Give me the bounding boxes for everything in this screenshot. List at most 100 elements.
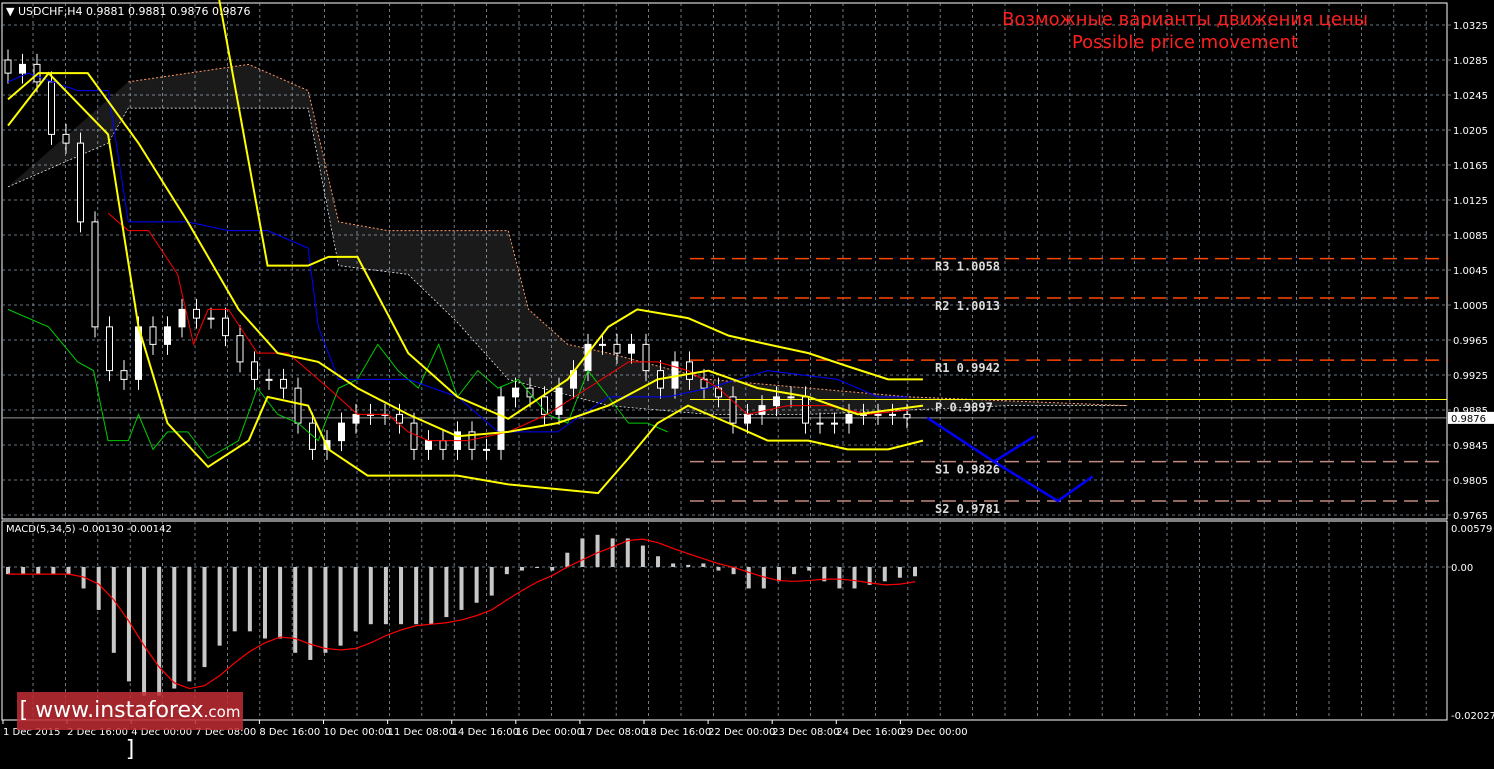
pivot-label-s2: S2 0.9781 [935, 502, 1000, 516]
macd-histogram-bar [111, 567, 116, 653]
time-tick-label: 16 Dec 00:00 [516, 727, 583, 738]
candle-bullish [831, 422, 838, 425]
macd-histogram-bar [51, 567, 56, 575]
macd-histogram-bar [519, 567, 524, 571]
macd-histogram-bar [323, 567, 328, 653]
macd-histogram-bar [565, 552, 570, 567]
macd-histogram-bar [580, 538, 585, 567]
price-tick-label: 1.0165 [1453, 161, 1488, 172]
candle-bearish [120, 370, 128, 380]
logo-bracket-close: ] [125, 737, 135, 762]
time-tick-label: 10 Dec 00:00 [324, 727, 391, 738]
macd-histogram-bar [383, 567, 388, 625]
candle-bearish [236, 335, 244, 363]
candle-bearish [541, 396, 548, 415]
macd-histogram-bar [716, 567, 721, 571]
macd-histogram-bar [504, 567, 509, 575]
macd-histogram-bar [701, 563, 706, 567]
price-tick-label: 1.0125 [1453, 196, 1488, 207]
title-russian: Возможные варианты движения цены [1002, 9, 1368, 30]
price-tick-label: 0.9965 [1453, 336, 1488, 347]
candle-bearish [280, 378, 287, 389]
dropdown-triangle-icon[interactable]: ▼ [6, 5, 14, 18]
candle-bullish [164, 326, 171, 345]
macd-histogram-bar [247, 567, 252, 632]
candle-bullish [816, 422, 824, 425]
macd-histogram-bar [232, 567, 237, 632]
candle-bearish [222, 317, 229, 337]
macd-histogram-bar [414, 567, 419, 625]
macd-histogram-bar [429, 567, 434, 625]
macd-histogram-bar [671, 563, 676, 567]
time-tick-label: 29 Dec 00:00 [900, 727, 967, 738]
candle-bullish [338, 422, 345, 442]
time-tick-label: 11 Dec 08:00 [388, 727, 455, 738]
price-tick-label: 1.0045 [1453, 266, 1488, 277]
candle-bearish [903, 413, 911, 419]
candle-bullish [758, 405, 766, 415]
price-projection-path [993, 460, 1094, 503]
macd-tick-label: -0.02027 [1451, 711, 1494, 722]
macd-histogram-bar [293, 567, 298, 653]
macd-histogram-bar [610, 538, 615, 567]
macd-histogram-bar [6, 567, 10, 575]
pivot-label-r2: R2 1.0013 [935, 299, 1000, 313]
pivot-label-p: P 0.9897 [935, 401, 993, 415]
chart-header: ▼ USDCHF,H4 0.9881 0.9881 0.9876 0.9876 [6, 5, 250, 18]
candle-bullish [599, 343, 606, 346]
macd-tick-label: 0.00579 [1451, 524, 1492, 535]
price-chart[interactable]: 1.0325 1.0285 1.0245 1.0205 1.0165 1.0125 1.00… [0, 0, 1494, 743]
time-tick-label: 24 Dec 16:00 [836, 727, 903, 738]
macd-histogram-bar [640, 545, 645, 567]
pivot-label-s1: S1 0.9826 [935, 463, 1000, 477]
candle-bullish [483, 448, 490, 451]
candle-bullish [512, 387, 519, 398]
price-projection-path [926, 416, 1036, 464]
macd-histogram-bar [776, 567, 781, 582]
candle-bullish [207, 317, 215, 320]
candle-bearish [48, 81, 55, 135]
title-english: Possible price movement [1071, 32, 1299, 53]
macd-histogram-bar [36, 567, 41, 575]
instaforex-logo[interactable]: [ www.instaforex.com ] [17, 692, 243, 762]
candle-bearish [439, 440, 447, 450]
macd-histogram-bar [444, 567, 449, 618]
time-tick-label: 8 Dec 16:00 [259, 727, 320, 738]
macd-label: MACD(5,34,5) -0.00130 -0.00142 [6, 524, 172, 535]
candle-bearish [91, 221, 99, 328]
candle-bullish [744, 413, 751, 424]
logo-text: www.instaforex [35, 698, 204, 723]
price-tick-label: 1.0205 [1453, 126, 1488, 137]
candle-bullish [555, 387, 563, 415]
candle-bullish [425, 440, 432, 450]
macd-values: -0.00130 -0.00142 [78, 524, 172, 535]
macd-histogram-bar [399, 567, 404, 625]
price-tick-label: 0.9845 [1453, 441, 1488, 452]
macd-histogram-bar [459, 567, 464, 610]
macd-histogram-bar [187, 567, 192, 682]
time-tick-label: 14 Dec 16:00 [452, 727, 519, 738]
time-tick-label: 17 Dec 08:00 [580, 727, 647, 738]
price-tick-label: 1.0005 [1453, 301, 1488, 312]
candle-bearish [106, 326, 113, 372]
current-price-label: 0.9876 [1451, 414, 1486, 425]
time-tick-label: 22 Dec 00:00 [708, 727, 775, 738]
candle-bullish [19, 63, 26, 74]
macd-histogram-bar [157, 567, 162, 696]
price-tick-label: 1.0325 [1453, 21, 1488, 32]
macd-histogram-bar [217, 567, 222, 646]
chart-annotation-title: Возможные варианты движения цены Possibl… [960, 8, 1410, 54]
macd-histogram-bar [66, 567, 71, 575]
time-tick-label: 23 Dec 08:00 [772, 727, 839, 738]
pivot-label-r3: R3 1.0058 [935, 260, 1000, 274]
candle-bullish [265, 378, 273, 381]
macd-histogram-bar [474, 567, 479, 603]
macd-histogram-bar [535, 567, 540, 568]
logo-suffix: .com [203, 703, 241, 721]
symbol-label: USDCHF,H4 [17, 5, 83, 18]
macd-histogram-bar [807, 567, 812, 571]
price-tick-label: 0.9805 [1453, 476, 1488, 487]
candle-bullish [497, 396, 505, 450]
candle-bearish [410, 422, 418, 450]
macd-histogram-bar [368, 567, 373, 625]
